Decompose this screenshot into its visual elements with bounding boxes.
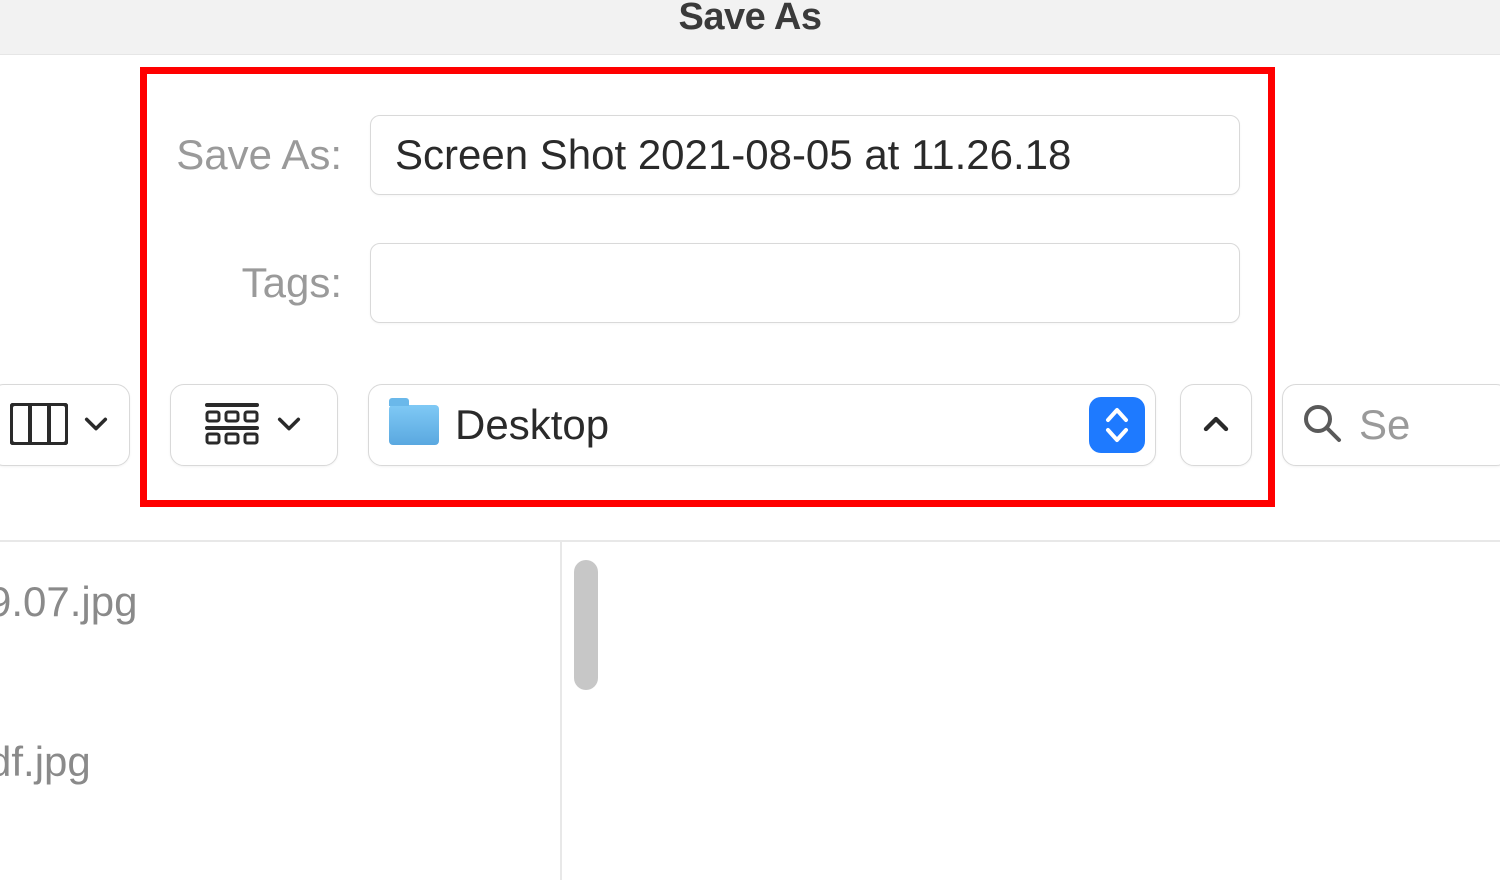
chevron-up-icon: [1201, 409, 1231, 442]
save-location-label: Desktop: [455, 401, 1073, 449]
file-list-column: 9.07.jpg df.jpg: [0, 542, 560, 880]
list-item[interactable]: 9.07.jpg: [0, 578, 560, 626]
folder-icon: [389, 405, 439, 445]
dialog-title: Save As: [679, 0, 822, 39]
save-as-label: Save As:: [0, 131, 370, 179]
filename-input[interactable]: [370, 115, 1240, 195]
search-placeholder: Se: [1359, 401, 1410, 449]
search-field[interactable]: Se: [1282, 384, 1500, 466]
search-icon: [1301, 402, 1343, 449]
tags-label: Tags:: [0, 259, 370, 307]
columns-view-icon: [10, 403, 68, 448]
save-form: Save As: Tags:: [0, 55, 1500, 371]
view-mode-button[interactable]: [0, 384, 130, 466]
tags-input[interactable]: [370, 243, 1240, 323]
list-item[interactable]: df.jpg: [0, 738, 560, 786]
tags-row: Tags:: [0, 243, 1500, 323]
dialog-titlebar: Save As: [0, 0, 1500, 55]
file-browser: 9.07.jpg df.jpg: [0, 542, 1500, 880]
chevron-down-icon: [275, 410, 303, 441]
preview-column: [560, 542, 1500, 880]
items-grid-icon: [205, 402, 259, 449]
save-as-row: Save As:: [0, 115, 1500, 195]
collapse-dialog-button[interactable]: [1180, 384, 1252, 466]
scrollbar-thumb[interactable]: [574, 560, 598, 690]
chevron-down-icon: [82, 410, 110, 441]
group-items-button[interactable]: [170, 384, 338, 466]
save-location-select[interactable]: Desktop: [368, 384, 1156, 466]
updown-arrows-icon: [1089, 397, 1145, 453]
location-toolbar: Desktop Se: [0, 380, 1500, 470]
